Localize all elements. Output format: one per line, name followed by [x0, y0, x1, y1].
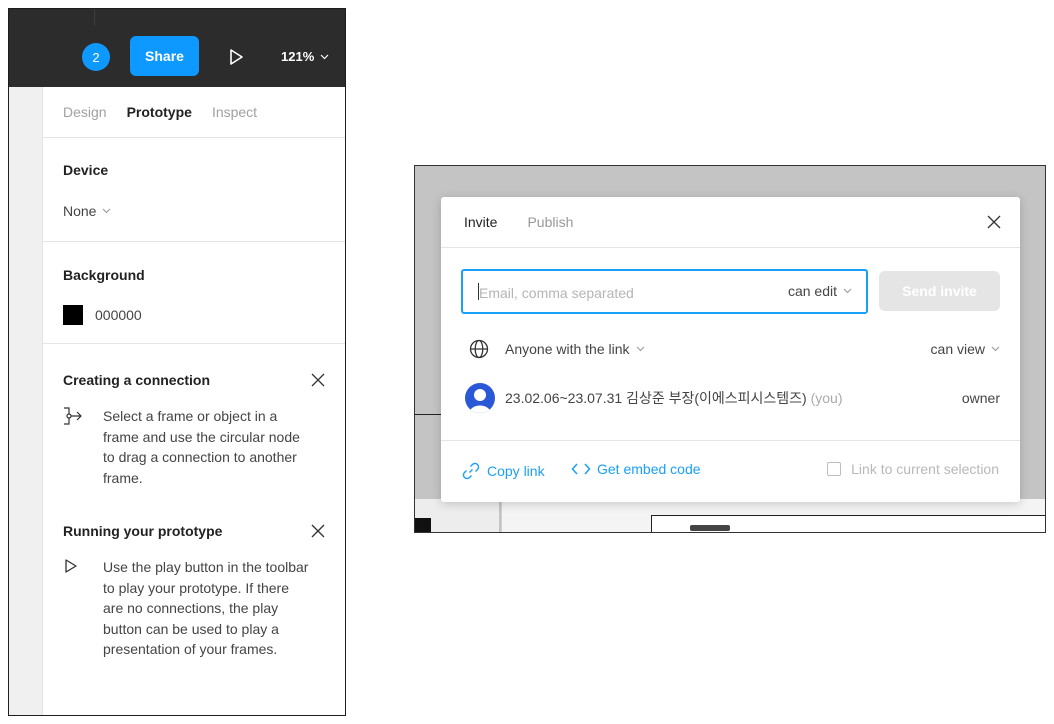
embed-code-label: Get embed code — [597, 461, 701, 477]
chevron-down-icon — [843, 288, 852, 294]
canvas-layer-area — [415, 499, 499, 532]
help-title: Creating a connection — [63, 372, 211, 388]
help-line: Select a frame or object in a — [103, 408, 278, 424]
toolbar-divider — [94, 9, 95, 26]
dialog-tabs: Invite Publish — [441, 197, 1020, 248]
close-icon[interactable] — [310, 523, 326, 539]
tab-design[interactable]: Design — [63, 104, 107, 120]
help-line: presentation of your frames. — [103, 641, 278, 657]
link-selection-option: Link to current selection — [827, 461, 999, 477]
link-icon — [462, 462, 480, 480]
canvas-block — [415, 518, 431, 532]
chevron-down-icon — [103, 208, 111, 214]
chevron-down-icon — [636, 346, 644, 352]
tab-invite[interactable]: Invite — [464, 214, 497, 230]
collaborator-count-avatar[interactable]: 2 — [82, 43, 110, 71]
help-text: Select a frame or object in a frame and … — [103, 406, 300, 488]
avatar — [465, 383, 495, 413]
send-invite-button[interactable]: Send invite — [879, 271, 1000, 311]
link-access-dropdown[interactable]: Anyone with the link — [505, 341, 931, 357]
link-selection-label: Link to current selection — [851, 461, 999, 477]
dialog-footer: Copy link Get embed code Link to current… — [441, 440, 1020, 503]
link-selection-checkbox[interactable] — [827, 462, 842, 476]
embed-code-button[interactable]: Get embed code — [571, 461, 701, 477]
member-name: 23.02.06~23.07.31 김상준 부장(이에스피시스템즈) — [505, 390, 807, 406]
help-line: frame. — [103, 469, 143, 486]
share-button[interactable]: Share — [130, 36, 199, 76]
canvas-edge — [9, 87, 43, 715]
tab-inspect[interactable]: Inspect — [212, 104, 257, 120]
device-section: Device None — [43, 138, 345, 242]
chevron-down-icon — [320, 54, 329, 59]
help-line: button can be used to play a — [103, 620, 279, 637]
zoom-dropdown[interactable]: 121% — [281, 49, 329, 64]
globe-icon — [469, 339, 489, 359]
you-label: (you) — [810, 390, 843, 406]
device-select[interactable]: None — [63, 203, 111, 219]
help-line: frame and use the circular node — [103, 428, 300, 445]
frame-text — [690, 525, 730, 531]
sidebar-tabs: Design Prototype Inspect — [43, 87, 345, 138]
help-line: to drag a connection to another — [103, 449, 297, 465]
present-play-icon[interactable] — [225, 46, 247, 68]
link-access-label: Anyone with the link — [505, 341, 630, 357]
close-icon[interactable] — [986, 214, 1002, 230]
help-creating-connection: Creating a connection Select a frame or … — [63, 372, 326, 488]
link-permission-value: can view — [930, 341, 985, 357]
background-title: Background — [63, 267, 145, 283]
link-access-row: Anyone with the link can view — [469, 339, 1000, 359]
help-text: Use the play button in the toolbar to pl… — [103, 557, 308, 660]
play-icon — [63, 557, 103, 660]
link-permission-dropdown[interactable]: can view — [931, 341, 1000, 357]
copy-link-label: Copy link — [487, 463, 545, 479]
canvas-line — [415, 414, 443, 415]
text-caret — [478, 283, 479, 300]
chevron-down-icon — [991, 346, 1000, 352]
invite-email-field[interactable]: can edit — [461, 269, 868, 314]
code-icon — [571, 463, 591, 475]
member-role: owner — [961, 390, 1000, 406]
member-row: 23.02.06~23.07.31 김상준 부장(이에스피시스템즈) (you)… — [465, 383, 1000, 413]
properties-sidebar: Design Prototype Inspect Device None Bac… — [43, 87, 345, 715]
help-running-prototype: Running your prototype Use the play butt… — [63, 523, 326, 660]
tab-prototype[interactable]: Prototype — [127, 104, 192, 120]
background-hex[interactable]: 000000 — [95, 307, 142, 323]
tab-publish[interactable]: Publish — [527, 214, 573, 230]
background-color-row[interactable]: 000000 — [63, 305, 142, 325]
color-swatch[interactable] — [63, 305, 83, 325]
figma-panel-crop: 2 Share 121% Design Prototype Inspect De… — [8, 8, 346, 716]
toolbar: 2 Share 121% — [9, 9, 345, 87]
help-line: to play your prototype. If there — [103, 579, 289, 596]
help-line: are no connections, the play — [103, 600, 279, 616]
help-line: Use the play button in the toolbar — [103, 559, 309, 575]
zoom-level: 121% — [281, 49, 315, 64]
close-icon[interactable] — [310, 372, 326, 388]
device-value: None — [63, 203, 97, 219]
invite-permission-value: can edit — [787, 283, 837, 299]
canvas-frame — [651, 515, 1045, 532]
device-title: Device — [63, 162, 109, 178]
email-input[interactable] — [477, 271, 771, 314]
connection-icon — [63, 406, 103, 488]
copy-link-button[interactable]: Copy link — [461, 461, 545, 481]
invite-permission-dropdown[interactable]: can edit — [788, 283, 852, 299]
help-title: Running your prototype — [63, 523, 223, 539]
share-dialog: Invite Publish can edit Send invite Anyo… — [441, 197, 1020, 502]
background-section: Background 000000 — [43, 242, 345, 344]
